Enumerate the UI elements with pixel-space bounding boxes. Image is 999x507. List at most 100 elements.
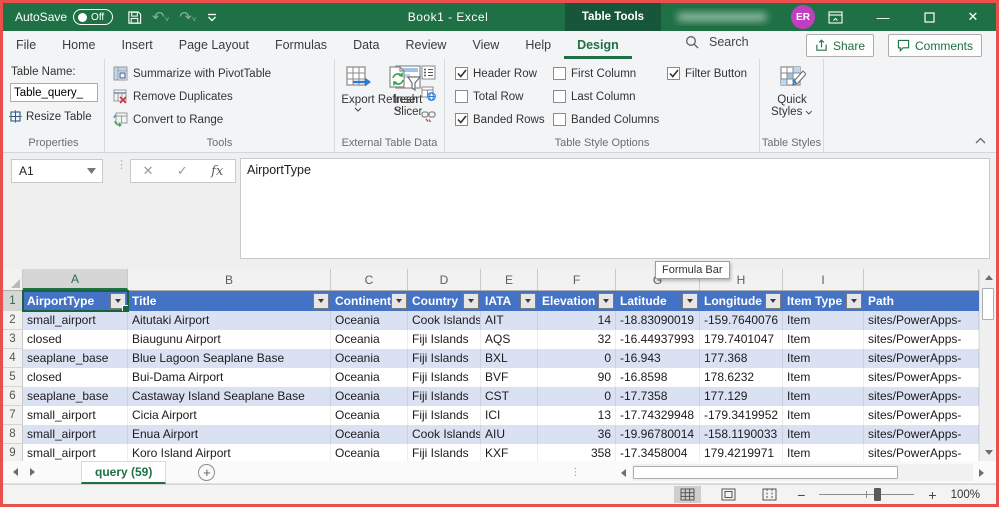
cell-C6[interactable]: Oceania [331,387,408,406]
column-letter-blank[interactable] [864,269,979,290]
cell-H4[interactable]: 177.368 [700,349,783,368]
checkbox-box-header-row[interactable] [455,67,468,80]
cell-B6[interactable]: Castaway Island Seaplane Base [128,387,331,406]
ribbon-tab-formulas[interactable]: Formulas [262,31,340,59]
cell-I4[interactable]: Item [783,349,864,368]
header-cell-longitude[interactable]: Longitude [700,291,783,311]
cell-I2[interactable]: Item [783,311,864,330]
filter-dropdown-icon-item-type[interactable] [846,293,862,309]
cell-D8[interactable]: Cook Islands [408,425,481,444]
cell-D4[interactable]: Fiji Islands [408,349,481,368]
cell-F2[interactable]: 14 [538,311,616,330]
ribbon-tab-home[interactable]: Home [49,31,108,59]
cell-J5[interactable]: sites/PowerApps- [864,368,979,387]
name-box[interactable]: A1 [11,159,103,183]
namebox-splitter-handle[interactable]: ⋮ [116,160,127,171]
cell-B7[interactable]: Cicia Airport [128,406,331,425]
ribbon-tab-data[interactable]: Data [340,31,392,59]
unlink-icon[interactable] [421,107,439,122]
header-cell-elevation[interactable]: Elevation [538,291,616,311]
header-cell-title[interactable]: Title [128,291,331,311]
page-layout-view-icon[interactable] [715,486,742,503]
cell-C8[interactable]: Oceania [331,425,408,444]
cell-F6[interactable]: 0 [538,387,616,406]
horizontal-scroll-thumb[interactable] [633,466,898,479]
cell-A6[interactable]: seaplane_base [23,387,128,406]
zoom-slider[interactable] [819,488,915,501]
scroll-left-icon[interactable] [615,464,632,481]
cell-D6[interactable]: Fiji Islands [408,387,481,406]
cell-I8[interactable]: Item [783,425,864,444]
column-letter-D[interactable]: D [408,269,481,290]
header-cell-country[interactable]: Country [408,291,481,311]
customize-qat-icon[interactable] [207,13,217,22]
select-all-corner[interactable] [3,269,23,290]
insert-function-icon[interactable]: fx [211,164,223,179]
row-number-2[interactable]: 2 [3,311,23,330]
undo-icon[interactable]: ↶˅ [152,8,169,26]
zoom-slider-handle[interactable] [874,488,882,501]
cell-C2[interactable]: Oceania [331,311,408,330]
cell-D5[interactable]: Fiji Islands [408,368,481,387]
cell-G3[interactable]: -16.44937993 [616,330,700,349]
ribbon-tab-insert[interactable]: Insert [109,31,166,59]
sheet-nav-right-icon[interactable] [30,468,35,476]
checkbox-header-row[interactable]: Header Row [455,67,537,80]
filter-dropdown-icon-country[interactable] [463,293,479,309]
cell-J3[interactable]: sites/PowerApps- [864,330,979,349]
ribbon-display-options-icon[interactable] [818,3,852,31]
cell-I6[interactable]: Item [783,387,864,406]
contextual-tab-table-tools[interactable]: Table Tools [565,3,661,31]
collapse-ribbon-icon[interactable] [975,137,986,144]
column-letter-B[interactable]: B [128,269,331,290]
page-break-preview-icon[interactable] [756,486,783,503]
autosave-switch[interactable]: Off [73,9,114,25]
row-number-5[interactable]: 5 [3,368,23,387]
cell-I9[interactable]: Item [783,444,864,461]
column-letter-A[interactable]: A [23,269,128,290]
cell-G5[interactable]: -16.8598 [616,368,700,387]
checkbox-filter-button[interactable]: Filter Button [667,67,747,80]
header-cell-path[interactable]: Path [864,291,979,311]
cell-D7[interactable]: Fiji Islands [408,406,481,425]
sheet-tab-query[interactable]: query (59) [81,460,167,484]
share-button[interactable]: Share [805,34,874,57]
cell-B2[interactable]: Aitutaki Airport [128,311,331,330]
cell-G9[interactable]: -17.3458004 [616,444,700,461]
row-number-6[interactable]: 6 [3,387,23,406]
cell-H9[interactable]: 179.4219971 [700,444,783,461]
cell-C7[interactable]: Oceania [331,406,408,425]
cell-A7[interactable]: small_airport [23,406,128,425]
header-cell-item-type[interactable]: Item Type [783,291,864,311]
new-sheet-icon[interactable]: + [198,463,216,481]
cell-H7[interactable]: -179.3419952 [700,406,783,425]
checkbox-box-first-column[interactable] [553,67,566,80]
cell-B9[interactable]: Koro Island Airport [128,444,331,461]
maximize-button[interactable] [912,3,946,31]
summarize-with-pivottable-button[interactable]: Summarize with PivotTable [113,66,271,81]
cell-B3[interactable]: Biaugunu Airport [128,330,331,349]
ribbon-tab-page-layout[interactable]: Page Layout [166,31,262,59]
filter-dropdown-icon-continent[interactable] [391,293,407,309]
cell-A5[interactable]: closed [23,368,128,387]
cell-C4[interactable]: Oceania [331,349,408,368]
cell-A3[interactable]: closed [23,330,128,349]
search-box[interactable]: Search [685,35,749,49]
cell-E7[interactable]: ICI [481,406,538,425]
filter-dropdown-icon-longitude[interactable] [765,293,781,309]
cell-F5[interactable]: 90 [538,368,616,387]
cell-C3[interactable]: Oceania [331,330,408,349]
cell-F9[interactable]: 358 [538,444,616,461]
cell-B5[interactable]: Bui-Dama Airport [128,368,331,387]
cell-H2[interactable]: -159.7640076 [700,311,783,330]
ribbon-tab-review[interactable]: Review [392,31,459,59]
cell-E5[interactable]: BVF [481,368,538,387]
cell-E6[interactable]: CST [481,387,538,406]
header-cell-iata[interactable]: IATA [481,291,538,311]
column-letter-F[interactable]: F [538,269,616,290]
save-icon[interactable] [127,10,142,25]
ribbon-tab-view[interactable]: View [459,31,512,59]
zoom-out-icon[interactable]: − [797,487,805,503]
convert-to-range-button[interactable]: Convert to Range [113,112,223,127]
refresh-button[interactable]: Refresh [377,65,419,112]
